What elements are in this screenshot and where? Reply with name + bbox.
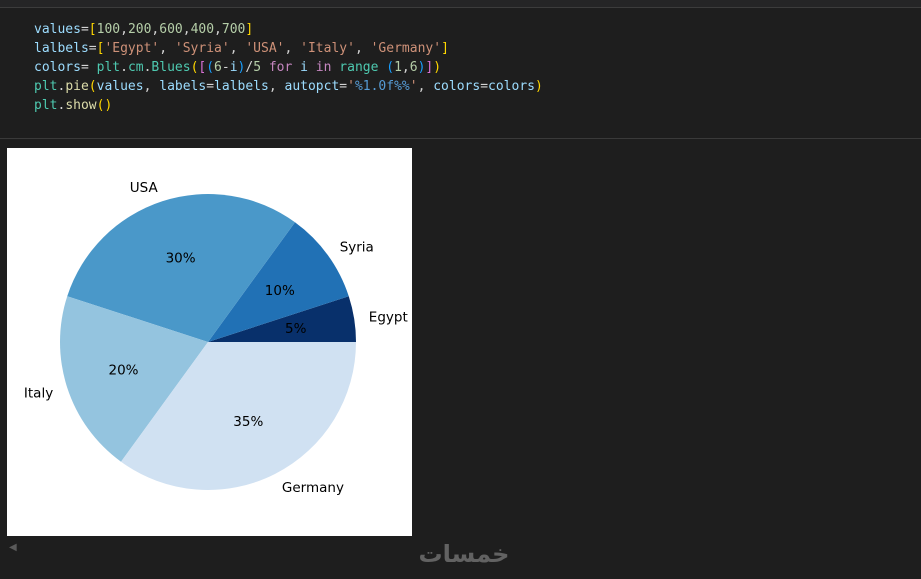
code-token: show [65, 98, 97, 113]
code-token: %1.0f%% [354, 79, 410, 94]
code-token: autopct [284, 79, 340, 94]
code-token: 100 [96, 22, 121, 37]
code-token: , [182, 22, 191, 37]
code-token: colors [433, 79, 481, 94]
code-line: plt.pie(values, labels=lalbels, autopct=… [34, 77, 543, 96]
code-token: plt [34, 98, 58, 113]
code-line: plt.show() [34, 96, 543, 115]
code-token: 'Italy' [300, 41, 355, 56]
code-token: , [268, 79, 285, 94]
pie-label-italy: Italy [24, 385, 53, 401]
code-token: , [214, 22, 222, 37]
code-token: , [143, 79, 160, 94]
previous-cell-edge [0, 0, 921, 8]
pie-percent-italy: 20% [108, 362, 138, 378]
pie-percent-usa: 30% [166, 251, 196, 267]
pie-chart: Egypt 5% Syria 10% USA 30% Italy 20% Germany 35% [24, 180, 408, 496]
code-token: Blues [151, 60, 191, 75]
code-token: plt [34, 79, 58, 94]
code-token: colors [488, 79, 535, 94]
code-token: 200 [127, 22, 152, 37]
code-token: range [339, 60, 379, 75]
code-token: ( [386, 60, 395, 75]
pie-label-egypt: Egypt [369, 310, 408, 326]
code-token: i [229, 60, 238, 75]
code-token: ] [441, 41, 449, 56]
code-token: 1 [394, 60, 402, 75]
pie-percent-syria: 10% [265, 283, 295, 299]
code-token: 'USA' [245, 41, 285, 56]
jupyter-notebook: values=[100,200,600,400,700] lalbels=['Eg… [0, 0, 921, 579]
code-token: values [34, 22, 81, 37]
code-token: 'Egypt' [104, 41, 160, 56]
pie-label-syria: Syria [340, 239, 374, 255]
code-token: labels [159, 79, 207, 94]
code-token: = [80, 60, 97, 75]
chevron-left-icon[interactable]: ◀ [9, 541, 19, 555]
code-token: - [221, 60, 230, 75]
code-token: lalbels [34, 41, 89, 56]
code-token: = [480, 79, 489, 94]
code-token: pie [65, 79, 89, 94]
code-token: values [96, 79, 144, 94]
code-token: , [401, 60, 410, 75]
code-token: ] [245, 22, 254, 37]
code-token: , [284, 41, 301, 56]
code-token: in [307, 60, 340, 75]
code-token: , [159, 41, 175, 56]
code-token: ) [535, 79, 543, 94]
code-token: ' [347, 79, 355, 94]
code-token: colors [34, 60, 81, 75]
code-token: ' [409, 79, 418, 94]
code-token: 'Germany' [370, 41, 442, 56]
pie-percent-germany: 35% [233, 414, 263, 430]
pie-percent-egypt: 5% [285, 321, 307, 337]
pie-label-germany: Germany [282, 480, 344, 496]
code-line: colors= plt.cm.Blues([(6-i)/5 for i in r… [34, 58, 543, 77]
code-token: 700 [221, 22, 246, 37]
code-token: 5 [253, 60, 262, 75]
pie-chart-figure: Egypt 5% Syria 10% USA 30% Italy 20% Germany 35% [7, 148, 412, 536]
pie-label-usa: USA [130, 180, 159, 196]
code-token: , [354, 41, 371, 56]
code-editor[interactable]: values=[100,200,600,400,700] lalbels=['Eg… [34, 20, 543, 115]
code-token: / [245, 60, 254, 75]
code-token: i [300, 60, 308, 75]
watermark-text: خمسات [419, 540, 510, 568]
code-cell[interactable]: values=[100,200,600,400,700] lalbels=['Eg… [0, 8, 921, 139]
code-token: 'Syria' [174, 41, 230, 56]
code-token: = [88, 41, 97, 56]
code-line: lalbels=['Egypt', 'Syria', 'USA', 'Italy… [34, 39, 543, 58]
code-token: ( [206, 60, 215, 75]
code-token: , [120, 22, 128, 37]
code-token: = [339, 79, 348, 94]
code-token: , [229, 41, 246, 56]
code-token: plt [96, 60, 121, 75]
code-token: . [120, 60, 128, 75]
code-token: , [417, 79, 434, 94]
code-token: 600 [159, 22, 183, 37]
cell-output: Egypt 5% Syria 10% USA 30% Italy 20% Germany 35% … [0, 139, 921, 579]
code-token: 6 [214, 60, 222, 75]
code-token: [ [88, 22, 97, 37]
code-token: = [80, 22, 89, 37]
code-token: lalbels [214, 79, 269, 94]
code-token: ) [433, 60, 442, 75]
code-token: cm [127, 60, 144, 75]
code-token: () [96, 98, 113, 113]
khamsat-watermark: خمسات [419, 540, 510, 568]
code-token: for [261, 60, 301, 75]
code-line: values=[100,200,600,400,700] [34, 20, 543, 39]
code-token: 6 [409, 60, 418, 75]
code-token: ( [88, 79, 97, 94]
code-token: = [206, 79, 215, 94]
code-token: 400 [190, 22, 215, 37]
